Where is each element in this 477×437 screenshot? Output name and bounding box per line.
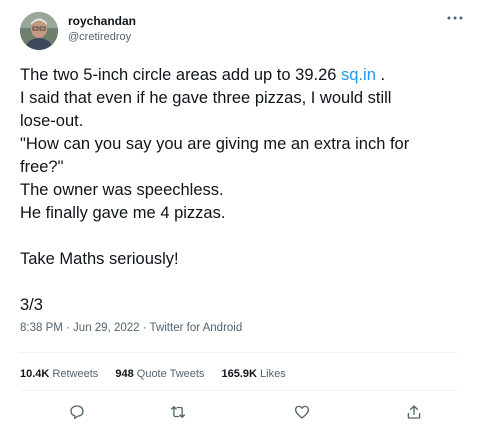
reply-icon[interactable] bbox=[65, 400, 89, 424]
tweet-line-9: 3/3 bbox=[20, 296, 43, 314]
tweet-line-8: Take Maths seriously! bbox=[20, 250, 179, 268]
tweet-line-2: I said that even if he gave three pizzas… bbox=[20, 89, 392, 107]
tweet-line-1-prefix: The two 5-inch circle areas add up to 39… bbox=[20, 66, 342, 84]
tweet-line-6: The owner was speechless. bbox=[20, 181, 224, 199]
tweet-line-1-suffix: . bbox=[375, 66, 386, 84]
author-names: roychandan @cretiredroy bbox=[68, 14, 136, 45]
likes-count: 165.9K bbox=[221, 368, 257, 380]
tweet-line-3: lose-out. bbox=[20, 112, 84, 130]
avatar[interactable] bbox=[20, 12, 58, 50]
quotes-stat[interactable]: 948 Quote Tweets bbox=[115, 368, 204, 380]
likes-stat[interactable]: 165.9K Likes bbox=[222, 368, 286, 380]
likes-label: Likes bbox=[260, 368, 286, 380]
quotes-label: Quote Tweets bbox=[136, 368, 205, 380]
tweet-text: The two 5-inch circle areas add up to 39… bbox=[20, 64, 470, 317]
retweet-icon[interactable] bbox=[166, 400, 190, 424]
divider bbox=[20, 352, 457, 353]
tweet-card: roychandan @cretiredroy The two 5-inch c… bbox=[0, 0, 477, 437]
share-icon[interactable] bbox=[402, 400, 426, 424]
retweets-count: 10.4K bbox=[20, 368, 50, 380]
tweet-line-5: free?" bbox=[20, 158, 64, 176]
tweet-line-1: The two 5-inch circle areas add up to 39… bbox=[20, 64, 470, 87]
sq-in-link[interactable]: sq.in bbox=[341, 66, 376, 84]
quotes-count: 948 bbox=[115, 368, 134, 380]
like-icon[interactable] bbox=[290, 400, 314, 424]
retweets-stat[interactable]: 10.4K Retweets bbox=[20, 368, 98, 380]
tweet-actions bbox=[20, 400, 457, 424]
divider bbox=[20, 390, 457, 391]
retweets-label: Retweets bbox=[52, 368, 99, 380]
more-icon[interactable] bbox=[446, 12, 464, 26]
tweet-line-4: "How can you say you are giving me an ex… bbox=[20, 135, 410, 153]
author-handle[interactable]: @cretiredroy bbox=[68, 29, 136, 45]
author-display-name[interactable]: roychandan bbox=[68, 14, 136, 29]
tweet-header: roychandan @cretiredroy bbox=[20, 8, 468, 56]
tweet-timestamp[interactable]: 8:38 PM · Jun 29, 2022 · Twitter for And… bbox=[20, 320, 242, 336]
tweet-line-7: He finally gave me 4 pizzas. bbox=[20, 204, 226, 222]
tweet-stats: 10.4K Retweets 948 Quote Tweets 165.9K L… bbox=[20, 366, 300, 382]
